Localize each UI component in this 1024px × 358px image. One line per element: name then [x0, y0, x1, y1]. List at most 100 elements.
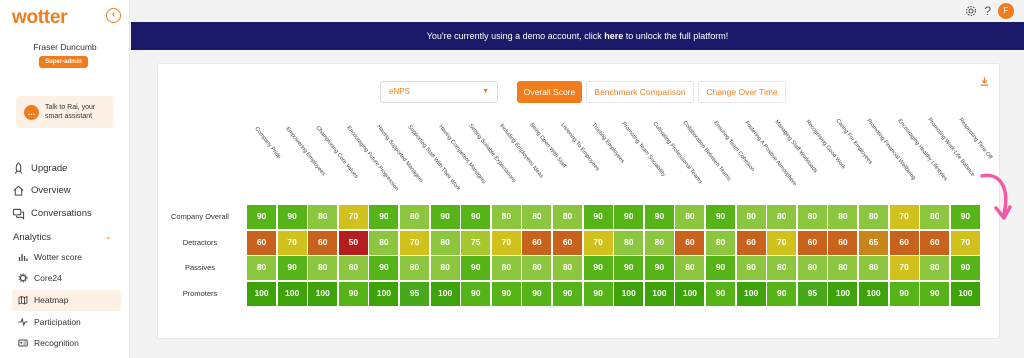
heatmap-cell[interactable]: 50 [337, 229, 369, 256]
heatmap-cell[interactable]: 80 [766, 204, 798, 230]
nav-recognition[interactable]: Recognition [18, 335, 79, 351]
heatmap-cell[interactable]: 100 [827, 280, 859, 307]
heatmap-cell[interactable]: 80 [552, 204, 584, 230]
nav-conversations[interactable]: Conversations [12, 205, 92, 221]
heatmap-cell[interactable]: 90 [460, 280, 492, 307]
heatmap-cell[interactable]: 80 [552, 255, 584, 281]
heatmap-cell[interactable]: 70 [949, 229, 981, 256]
heatmap-cell[interactable]: 80 [490, 204, 522, 230]
heatmap-cell[interactable]: 100 [429, 280, 461, 307]
heatmap-cell[interactable]: 90 [613, 255, 645, 281]
heatmap-cell[interactable]: 90 [337, 280, 369, 307]
heatmap-cell[interactable]: 70 [766, 229, 798, 256]
heatmap-cell[interactable]: 100 [674, 280, 706, 307]
nav-upgrade[interactable]: Upgrade [12, 160, 67, 176]
heatmap-cell[interactable]: 90 [368, 255, 400, 281]
heatmap-cell[interactable]: 90 [246, 204, 278, 230]
heatmap-cell[interactable]: 90 [552, 280, 584, 307]
heatmap-cell[interactable]: 95 [796, 280, 828, 307]
heatmap-cell[interactable]: 90 [368, 204, 400, 230]
heatmap-cell[interactable]: 100 [949, 280, 981, 307]
heatmap-cell[interactable]: 90 [705, 280, 737, 307]
heatmap-cell[interactable]: 80 [429, 255, 461, 281]
heatmap-cell[interactable]: 90 [613, 204, 645, 230]
nav-analytics[interactable]: Analytics [13, 229, 51, 245]
heatmap-cell[interactable]: 90 [582, 280, 614, 307]
heatmap-cell[interactable]: 80 [521, 204, 553, 230]
heatmap-cell[interactable]: 90 [766, 280, 798, 307]
heatmap-cell[interactable]: 100 [246, 280, 278, 307]
collapse-sidebar-button[interactable]: ‹ [106, 8, 121, 23]
heatmap-cell[interactable]: 60 [246, 229, 278, 256]
nav-heatmap[interactable]: Heatmap [18, 292, 69, 308]
tab-overall-score[interactable]: Overall Score [517, 81, 582, 103]
heatmap-cell[interactable]: 80 [674, 255, 706, 281]
heatmap-cell[interactable]: 90 [949, 204, 981, 230]
nav-overview[interactable]: Overview [12, 182, 71, 198]
assistant-card[interactable]: … Talk to Rai, your smart assistant [16, 96, 113, 128]
heatmap-cell[interactable]: 80 [246, 255, 278, 281]
heatmap-cell[interactable]: 60 [796, 229, 828, 256]
heatmap-cell[interactable]: 100 [643, 280, 675, 307]
chevron-down-icon[interactable]: ⌄ [105, 232, 112, 241]
download-icon[interactable] [976, 76, 992, 92]
nav-participation[interactable]: Participation [18, 314, 81, 330]
metric-select[interactable]: eNPS ▼ [380, 81, 498, 103]
heatmap-cell[interactable]: 90 [705, 255, 737, 281]
heatmap-cell[interactable]: 80 [643, 229, 675, 256]
heatmap-cell[interactable]: 80 [399, 255, 431, 281]
user-avatar[interactable]: F [998, 3, 1014, 19]
tab-benchmark-comparison[interactable]: Benchmark Comparison [586, 81, 694, 103]
heatmap-cell[interactable]: 80 [766, 255, 798, 281]
heatmap-cell[interactable]: 80 [490, 255, 522, 281]
heatmap-cell[interactable]: 90 [276, 255, 308, 281]
heatmap-cell[interactable]: 60 [674, 229, 706, 256]
heatmap-cell[interactable]: 60 [827, 229, 859, 256]
heatmap-cell[interactable]: 100 [368, 280, 400, 307]
heatmap-cell[interactable]: 80 [827, 255, 859, 281]
heatmap-cell[interactable]: 80 [919, 204, 951, 230]
heatmap-cell[interactable]: 90 [643, 204, 675, 230]
heatmap-cell[interactable]: 90 [429, 204, 461, 230]
heatmap-cell[interactable]: 60 [521, 229, 553, 256]
heatmap-cell[interactable]: 70 [888, 255, 920, 281]
heatmap-cell[interactable]: 70 [490, 229, 522, 256]
heatmap-cell[interactable]: 80 [399, 204, 431, 230]
heatmap-cell[interactable]: 80 [919, 255, 951, 281]
heatmap-cell[interactable]: 70 [276, 229, 308, 256]
heatmap-cell[interactable]: 60 [552, 229, 584, 256]
heatmap-cell[interactable]: 80 [735, 255, 767, 281]
heatmap-cell[interactable]: 60 [307, 229, 339, 256]
tab-change-over-time[interactable]: Change Over Time [698, 81, 786, 103]
heatmap-cell[interactable]: 90 [490, 280, 522, 307]
heatmap-cell[interactable]: 60 [888, 229, 920, 256]
heatmap-cell[interactable]: 80 [613, 229, 645, 256]
heatmap-cell[interactable]: 70 [888, 204, 920, 230]
heatmap-cell[interactable]: 90 [460, 255, 492, 281]
heatmap-cell[interactable]: 90 [460, 204, 492, 230]
nav-core24[interactable]: Core24 [18, 270, 62, 286]
heatmap-cell[interactable]: 80 [827, 204, 859, 230]
heatmap-cell[interactable]: 90 [705, 204, 737, 230]
nav-wotter-score[interactable]: Wotter score [18, 249, 82, 265]
heatmap-cell[interactable]: 70 [399, 229, 431, 256]
heatmap-cell[interactable]: 80 [705, 229, 737, 256]
heatmap-cell[interactable]: 90 [582, 255, 614, 281]
heatmap-cell[interactable]: 80 [307, 204, 339, 230]
heatmap-cell[interactable]: 100 [858, 280, 890, 307]
heatmap-cell[interactable]: 80 [796, 204, 828, 230]
help-icon[interactable]: ? [984, 4, 991, 18]
heatmap-cell[interactable]: 90 [643, 255, 675, 281]
heatmap-cell[interactable]: 80 [521, 255, 553, 281]
heatmap-cell[interactable]: 80 [429, 229, 461, 256]
heatmap-cell[interactable]: 80 [735, 204, 767, 230]
heatmap-cell[interactable]: 95 [399, 280, 431, 307]
heatmap-cell[interactable]: 75 [460, 229, 492, 256]
heatmap-cell[interactable]: 70 [337, 204, 369, 230]
heatmap-cell[interactable]: 90 [276, 204, 308, 230]
heatmap-cell[interactable]: 80 [368, 229, 400, 256]
heatmap-cell[interactable]: 100 [735, 280, 767, 307]
heatmap-cell[interactable]: 65 [858, 229, 890, 256]
heatmap-cell[interactable]: 80 [796, 255, 828, 281]
heatmap-cell[interactable]: 90 [582, 204, 614, 230]
